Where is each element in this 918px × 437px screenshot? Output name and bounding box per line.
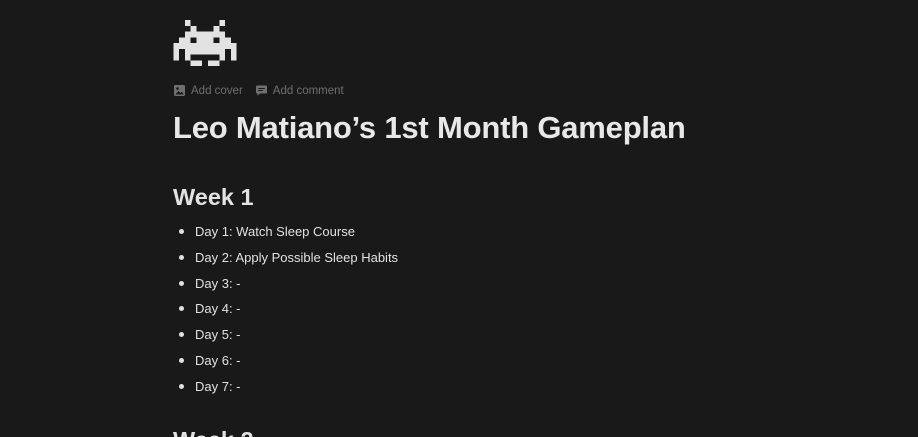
- add-comment-button[interactable]: Add comment: [255, 84, 344, 97]
- bullet-icon: [179, 332, 184, 338]
- list-item[interactable]: Day 6: -: [173, 348, 398, 374]
- page-title[interactable]: Leo Matiano’s 1st Month Gameplan: [173, 110, 686, 146]
- list-item-text: Day 1: Watch Sleep Course: [195, 224, 355, 239]
- space-invader-icon[interactable]: [173, 20, 237, 66]
- list-item-text: Day 6: -: [195, 352, 241, 368]
- bullet-icon: [179, 254, 184, 260]
- list-item[interactable]: Day 4: -: [173, 296, 398, 322]
- add-cover-label: Add cover: [191, 84, 243, 97]
- week-1-list: Day 1: Watch Sleep Course Day 2: Apply P…: [173, 219, 398, 400]
- bullet-icon: [179, 229, 184, 234]
- list-item-text: Day 4: -: [195, 301, 241, 317]
- list-item[interactable]: Day 7: -: [173, 374, 398, 400]
- bullet-icon: [179, 383, 184, 389]
- list-item[interactable]: Day 2: Apply Possible Sleep Habits: [173, 245, 398, 271]
- list-item[interactable]: Day 5: -: [173, 322, 398, 348]
- bullet-icon: [179, 306, 184, 312]
- list-item[interactable]: Day 1: Watch Sleep Course: [173, 219, 398, 245]
- page-controls: Add cover Add comment: [173, 84, 344, 97]
- bullet-icon: [179, 357, 184, 363]
- image-icon: [173, 84, 186, 97]
- list-item[interactable]: Day 3: -: [173, 271, 398, 297]
- list-item-text: Day 2: Apply Possible Sleep Habits: [195, 249, 399, 265]
- comment-icon: [255, 84, 268, 97]
- bullet-icon: [179, 280, 184, 286]
- notion-page: Add cover Add comment Leo Matiano’s 1st …: [0, 0, 918, 437]
- week-1-heading[interactable]: Week 1: [173, 184, 254, 211]
- list-item-text: Day 7: -: [195, 378, 241, 394]
- add-cover-button[interactable]: Add cover: [173, 84, 243, 97]
- list-item-text: Day 5: -: [195, 327, 241, 343]
- week-2-heading[interactable]: Week 2: [173, 427, 254, 437]
- list-item-text: Day 3: -: [195, 275, 241, 291]
- add-comment-label: Add comment: [272, 84, 344, 97]
